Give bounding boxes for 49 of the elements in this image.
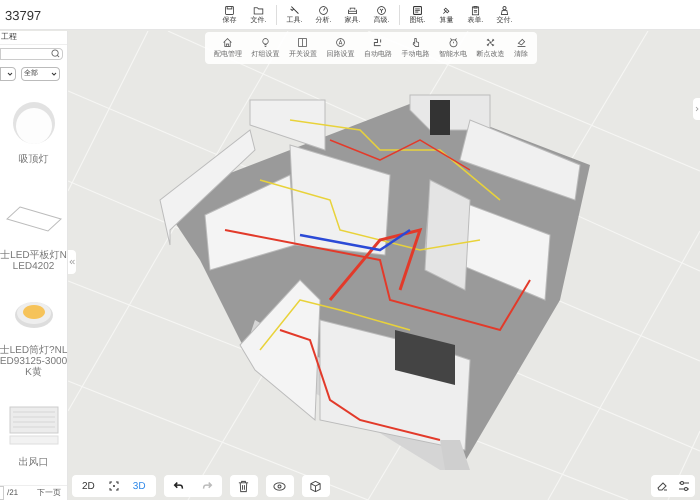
trash-icon	[237, 480, 250, 492]
circle-letter-icon	[334, 37, 346, 48]
circuit-icon	[372, 37, 384, 48]
house-icon	[222, 37, 234, 48]
panel-icon	[297, 37, 308, 48]
focus-icon	[108, 481, 119, 491]
save-icon	[224, 5, 235, 16]
search-icon	[51, 49, 60, 58]
folder-icon	[253, 5, 264, 16]
view-cube-button[interactable]	[302, 475, 330, 497]
wrench-icon	[289, 5, 300, 16]
eraser-icon	[656, 480, 668, 492]
bulb-icon	[260, 37, 271, 48]
panel-light-drawing	[6, 204, 62, 232]
eraser-icon	[516, 37, 527, 48]
chevron-left-icon	[69, 259, 75, 265]
delete-button[interactable]	[230, 475, 258, 497]
clipboard-icon	[470, 5, 481, 16]
chevron-down-icon	[51, 72, 57, 76]
next-page-link[interactable]: 下一页	[37, 487, 61, 499]
view-mode-tab[interactable]: 2D	[76, 475, 101, 497]
fan-icon	[485, 37, 496, 48]
downlight-drawing	[14, 299, 54, 329]
chevron-down-icon	[7, 72, 13, 76]
product-name[interactable]: 出风口	[0, 457, 68, 468]
project-title: 33797	[5, 7, 42, 25]
filter-dropdown[interactable]	[0, 67, 16, 81]
panel-title: 工程	[1, 31, 17, 44]
cube-icon	[309, 480, 322, 492]
document-icon	[412, 5, 423, 16]
person-icon	[499, 5, 510, 16]
page-total: /21	[7, 487, 18, 499]
chevron-right-icon	[694, 106, 698, 112]
sofa-icon	[347, 5, 358, 16]
product-name[interactable]: 士LED平板灯NLED4202	[0, 250, 68, 272]
hand-pointer-icon	[410, 37, 421, 48]
vent-grille-drawing	[8, 406, 58, 446]
visibility-button[interactable]	[266, 475, 294, 497]
product-name[interactable]: 吸顶灯	[0, 154, 68, 165]
search-field[interactable]	[0, 48, 63, 60]
ceiling-lamp-drawing	[10, 100, 56, 146]
eye-icon	[273, 480, 286, 492]
circle-icon	[376, 5, 387, 16]
gauge-icon	[318, 5, 329, 16]
timer-icon	[448, 37, 459, 48]
view-mode-tab[interactable]: 3D	[126, 475, 152, 497]
product-name[interactable]: 士LED筒灯?NLED93125-3000K黄	[0, 345, 68, 378]
brush-icon	[441, 5, 452, 16]
sliders-icon	[678, 480, 690, 492]
